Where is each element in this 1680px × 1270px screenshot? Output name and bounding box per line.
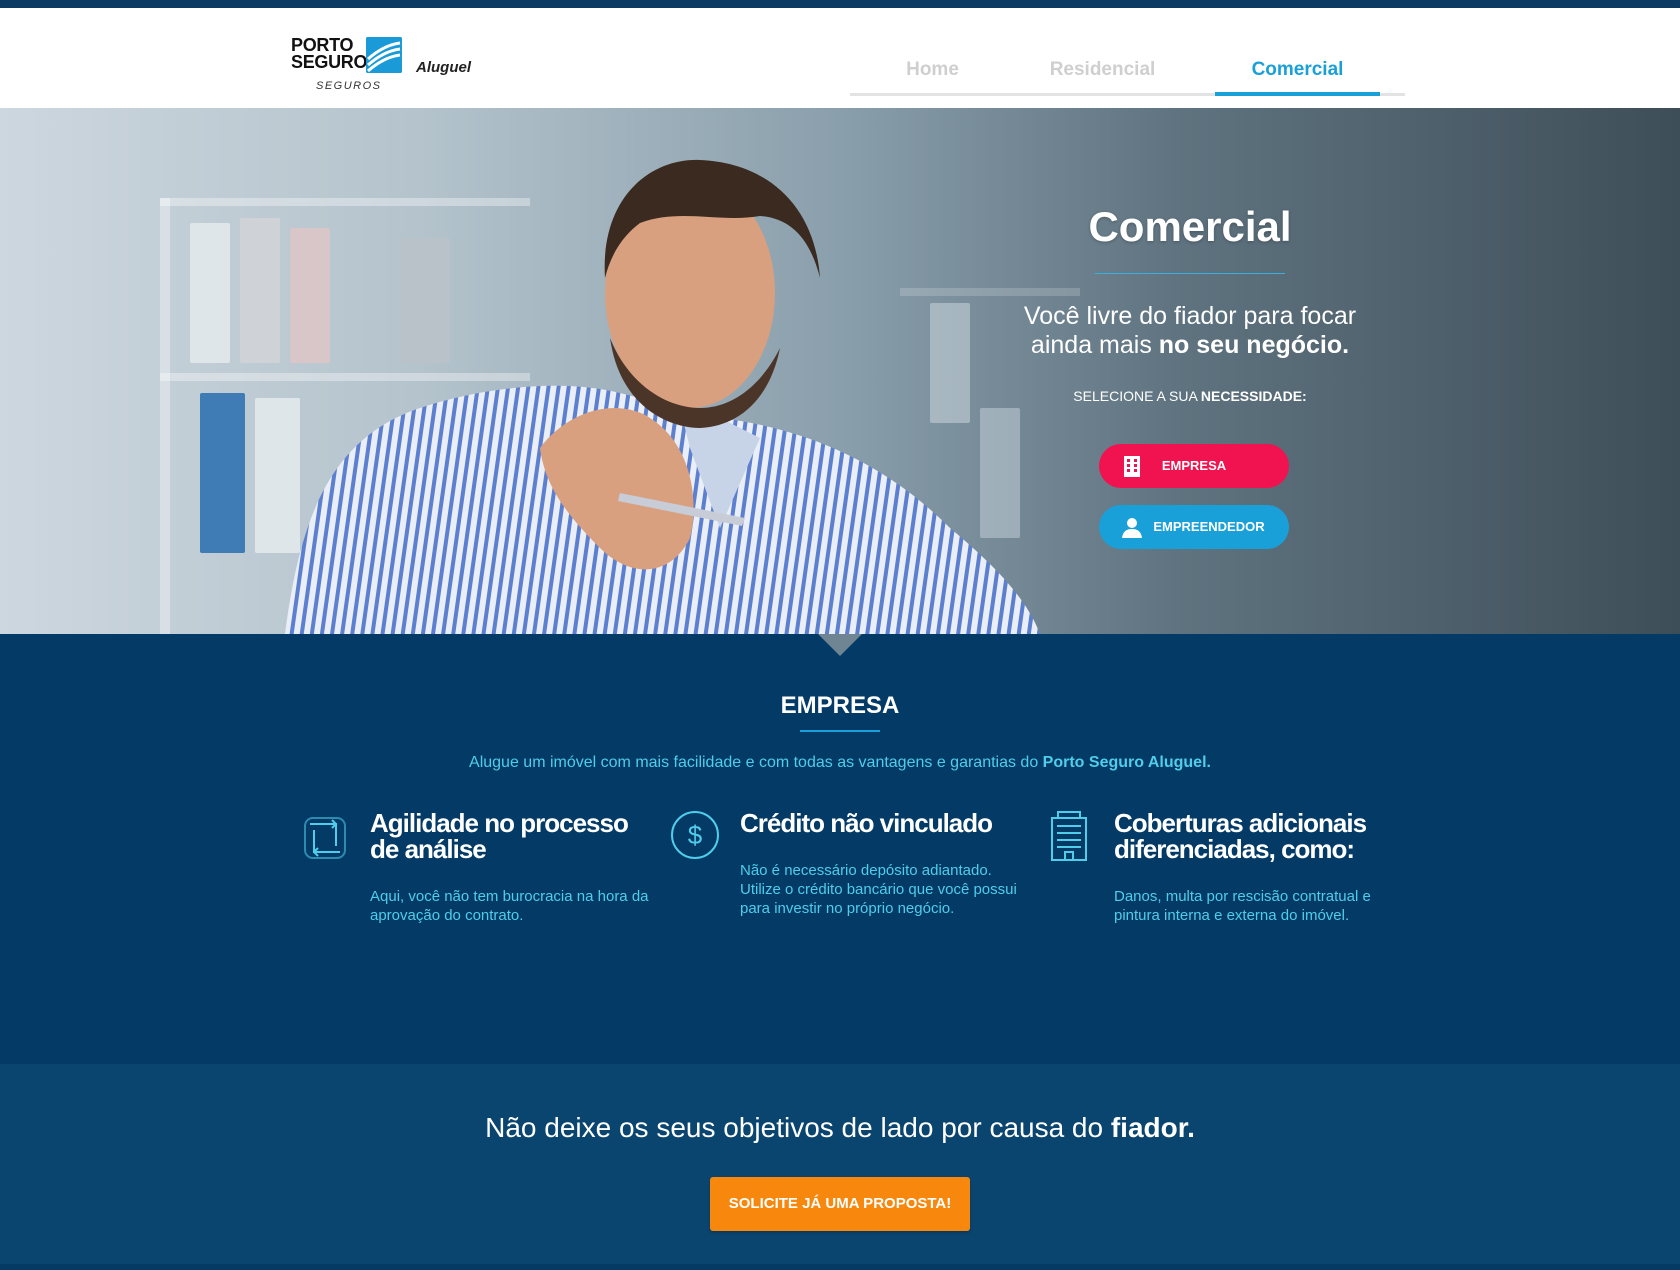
- section-divider: [800, 730, 880, 732]
- hero-buttons: EMPRESA EMPREENDEDOR: [990, 108, 1390, 634]
- logo-mark-icon: [366, 37, 402, 73]
- empreendedor-button-label: EMPREENDEDOR: [1153, 519, 1265, 534]
- logo-seguros: SEGUROS: [316, 80, 382, 92]
- header: PORTO SEGURO SEGUROS Aluguel Home Reside…: [0, 8, 1680, 108]
- cta-text-plain: Não deixe os seus objetivos de lado por …: [485, 1112, 1111, 1143]
- svg-text:$: $: [688, 820, 703, 850]
- section-title: EMPRESA: [780, 692, 900, 719]
- section-lede-bold: Porto Seguro Aluguel.: [1042, 754, 1211, 771]
- tab-residencial[interactable]: Residencial: [1020, 56, 1185, 96]
- cta-text-bold: fiador.: [1110, 1112, 1195, 1143]
- feature-title: Crédito não vinculado: [740, 808, 993, 838]
- empreendedor-button[interactable]: EMPREENDEDOR: [1099, 505, 1289, 549]
- empresa-section: EMPRESA Alugue um imóvel com mais facili…: [0, 634, 1680, 1064]
- dollar-icon: $: [671, 811, 719, 859]
- office-building-icon: [1124, 456, 1140, 477]
- top-strip: [0, 0, 1680, 8]
- feature-desc: Não é necessário depósito adiantado. Uti…: [740, 862, 1017, 917]
- section-notch: [818, 634, 862, 656]
- section-lede-plain: Alugue um imóvel com mais facilidade e c…: [469, 754, 1043, 771]
- empresa-button[interactable]: EMPRESA: [1099, 444, 1289, 488]
- porto-seguro-logo[interactable]: PORTO SEGURO SEGUROS Aluguel: [291, 30, 491, 92]
- refresh-icon: [304, 817, 346, 859]
- logo-aluguel: Aluguel: [416, 59, 471, 76]
- person-icon: [1122, 518, 1142, 538]
- feature-title: Coberturas adicionais diferenciadas, com…: [1114, 808, 1367, 864]
- logo-wordmark: PORTO SEGURO: [291, 36, 368, 72]
- section-lede: Alugue um imóvel com mais facilidade e c…: [0, 754, 1680, 772]
- feature-desc: Aqui, você não tem burocracia na hora da…: [370, 888, 649, 924]
- businessman-photo: [285, 159, 1040, 634]
- main-nav: Home Residencial Comercial: [850, 56, 1405, 96]
- tab-home[interactable]: Home: [850, 56, 1015, 96]
- feature-title: Agilidade no processo de análise: [370, 808, 629, 864]
- building-icon: [1051, 811, 1087, 861]
- hero-banner: Comercial Você livre do fiador para foca…: [0, 108, 1680, 634]
- feature-desc: Danos, multa por rescisão contratual e p…: [1114, 888, 1371, 924]
- cta-text: Não deixe os seus objetivos de lado por …: [0, 1112, 1680, 1144]
- cta-section: Não deixe os seus objetivos de lado por …: [0, 1064, 1680, 1264]
- request-proposal-button[interactable]: SOLICITE JÁ UMA PROPOSTA!: [710, 1177, 970, 1231]
- logo-seguro: SEGURO: [291, 52, 368, 72]
- empresa-button-label: EMPRESA: [1161, 458, 1227, 473]
- tab-comercial[interactable]: Comercial: [1215, 56, 1380, 96]
